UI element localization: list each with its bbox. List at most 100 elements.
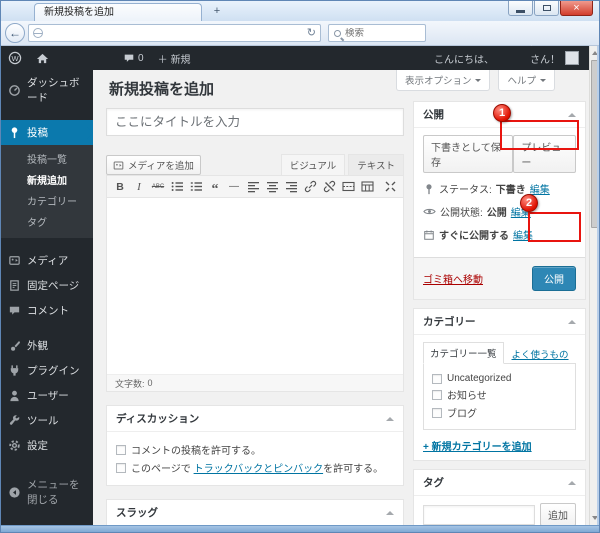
screen-options-button[interactable]: 表示オプション	[395, 70, 491, 91]
reload-icon[interactable]: ↻	[307, 27, 316, 39]
tags-panel-header[interactable]: タグ	[414, 470, 585, 496]
sidebar-item-all-posts[interactable]: 投稿一覧	[1, 148, 93, 169]
tag-input[interactable]	[423, 504, 535, 525]
collapse-caret-icon[interactable]	[386, 507, 394, 515]
categories-panel-header[interactable]: カテゴリー	[414, 309, 585, 335]
new-tab-button[interactable]: +	[206, 5, 228, 19]
sidebar-item-dashboard[interactable]: ダッシュボード	[1, 70, 93, 110]
screen-options-label: 表示オプション	[404, 76, 472, 87]
account-menu[interactable]: こんにちは、 さん！	[434, 51, 589, 66]
move-to-trash-link[interactable]: ゴミ箱へ移動	[423, 271, 483, 286]
slug-panel-header[interactable]: スラッグ	[107, 500, 403, 525]
schedule-text: すぐに公開する	[439, 231, 509, 242]
screen-meta-links: 表示オプション ヘルプ	[395, 70, 555, 91]
horizontal-rule-icon[interactable]: —	[225, 178, 243, 196]
window-frame-right	[597, 46, 599, 532]
page-title: 新規投稿を追加	[109, 81, 215, 98]
sidebar-item-users[interactable]: ユーザー	[1, 383, 93, 408]
align-center-icon[interactable]	[263, 178, 281, 196]
italic-icon[interactable]: I	[130, 178, 148, 196]
toolbar-toggle-icon[interactable]	[358, 178, 376, 196]
user-icon	[10, 390, 19, 402]
sidebar-collapse-menu[interactable]: メニューを閉じる	[1, 472, 93, 512]
more-tag-icon[interactable]	[339, 178, 357, 196]
sidebar-item-tools[interactable]: ツール	[1, 408, 93, 433]
eye-icon	[423, 208, 436, 215]
sidebar-item-categories[interactable]: カテゴリー	[1, 190, 93, 211]
tab-text[interactable]: テキスト	[348, 154, 404, 175]
unlink-icon[interactable]	[320, 178, 338, 196]
collapse-caret-icon[interactable]	[568, 109, 576, 117]
bullet-list-icon[interactable]	[168, 178, 186, 196]
gear-icon	[9, 440, 20, 451]
sidebar-item-add-new[interactable]: 新規追加	[1, 169, 93, 190]
wordpress-logo-icon: W	[8, 51, 22, 65]
collapse-caret-icon[interactable]	[568, 316, 576, 324]
align-right-icon[interactable]	[282, 178, 300, 196]
maximize-button[interactable]	[534, 1, 559, 16]
sidebar-item-settings[interactable]: 設定	[1, 433, 93, 458]
category-checkbox-news[interactable]	[432, 389, 442, 400]
url-input[interactable]	[43, 27, 307, 39]
comments-bubble-icon	[124, 54, 134, 62]
add-new-category-link[interactable]: + 新規カテゴリーを追加	[423, 438, 532, 453]
sidebar-item-comments[interactable]: コメント	[1, 298, 93, 323]
wp-admin-bar: W 0 ＋ 新規 こんにちは、 さん！	[1, 46, 589, 70]
browser-tab[interactable]: 新規投稿を追加	[34, 3, 202, 21]
publish-button[interactable]: 公開	[532, 266, 576, 291]
close-button[interactable]: ×	[560, 1, 593, 16]
tab-title: 新規投稿を追加	[44, 7, 114, 18]
panel-title: カテゴリー	[423, 316, 476, 328]
sidebar-item-plugins[interactable]: プラグイン	[1, 358, 93, 383]
discussion-panel-header[interactable]: ディスカッション	[107, 406, 403, 432]
blockquote-icon[interactable]: “	[206, 178, 224, 196]
wp-logo-menu[interactable]: W	[1, 46, 29, 70]
main-column: 新規投稿を追加 メディアを追加 ビジュアル テキスト	[106, 70, 404, 525]
sidebar-item-posts[interactable]: 投稿	[1, 120, 93, 145]
strikethrough-icon[interactable]: ABC	[149, 178, 167, 196]
align-left-icon[interactable]	[244, 178, 262, 196]
category-checkbox-blog[interactable]	[432, 407, 442, 418]
minimize-button[interactable]	[508, 1, 533, 16]
sidebar-item-appearance[interactable]: 外観	[1, 333, 93, 358]
trackback-link[interactable]: トラックバックとピンバック	[194, 464, 324, 475]
add-media-button[interactable]: メディアを追加	[106, 155, 201, 175]
collapse-caret-icon[interactable]	[568, 477, 576, 485]
url-bar[interactable]: ↻	[28, 24, 321, 42]
edit-status-link[interactable]: 編集	[530, 181, 550, 196]
collapse-caret-icon[interactable]	[386, 413, 394, 421]
add-tag-button[interactable]: 追加	[540, 503, 576, 525]
sidebar-item-tags[interactable]: タグ	[1, 211, 93, 232]
greeting-text: こんにちは、	[434, 54, 494, 66]
post-title-field	[106, 108, 404, 136]
sidebar-item-media[interactable]: メディア	[1, 248, 93, 273]
maximize-icon	[542, 5, 551, 11]
search-box[interactable]	[328, 24, 426, 42]
discussion-panel: ディスカッション コメントの投稿を許可する。 このページで トラックバックとピン…	[106, 405, 404, 486]
new-content-menu[interactable]: ＋ 新規	[151, 46, 198, 70]
tab-most-used[interactable]: よく使うもの	[512, 344, 569, 364]
calendar-icon	[424, 230, 434, 240]
fullscreen-icon[interactable]	[381, 178, 399, 196]
tags-panel: タグ 追加 タグが複数ある場合はコンマで区切ってください よく使われているタグか…	[413, 469, 586, 525]
allow-comments-checkbox[interactable]	[116, 444, 126, 455]
editor-content-area[interactable]	[107, 198, 403, 374]
comments-menu[interactable]: 0	[116, 46, 151, 70]
post-title-input[interactable]	[106, 108, 404, 136]
tab-all-categories[interactable]: カテゴリー一覧	[423, 342, 504, 364]
search-input[interactable]	[345, 27, 415, 39]
bold-icon[interactable]: B	[111, 178, 129, 196]
sidebar-item-pages[interactable]: 固定ページ	[1, 273, 93, 298]
visit-site-link[interactable]	[29, 46, 56, 70]
tab-visual[interactable]: ビジュアル	[280, 154, 346, 175]
status-label: ステータス:	[439, 185, 492, 196]
category-checkbox-uncategorized[interactable]	[432, 373, 442, 384]
numbered-list-icon[interactable]	[187, 178, 205, 196]
back-button[interactable]: ←	[5, 23, 25, 43]
help-button[interactable]: ヘルプ	[498, 70, 555, 91]
link-icon[interactable]	[301, 178, 319, 196]
avatar	[565, 51, 579, 65]
allow-trackbacks-checkbox[interactable]	[116, 462, 126, 473]
window-frame-bottom	[1, 525, 599, 532]
media-icon	[113, 160, 124, 170]
